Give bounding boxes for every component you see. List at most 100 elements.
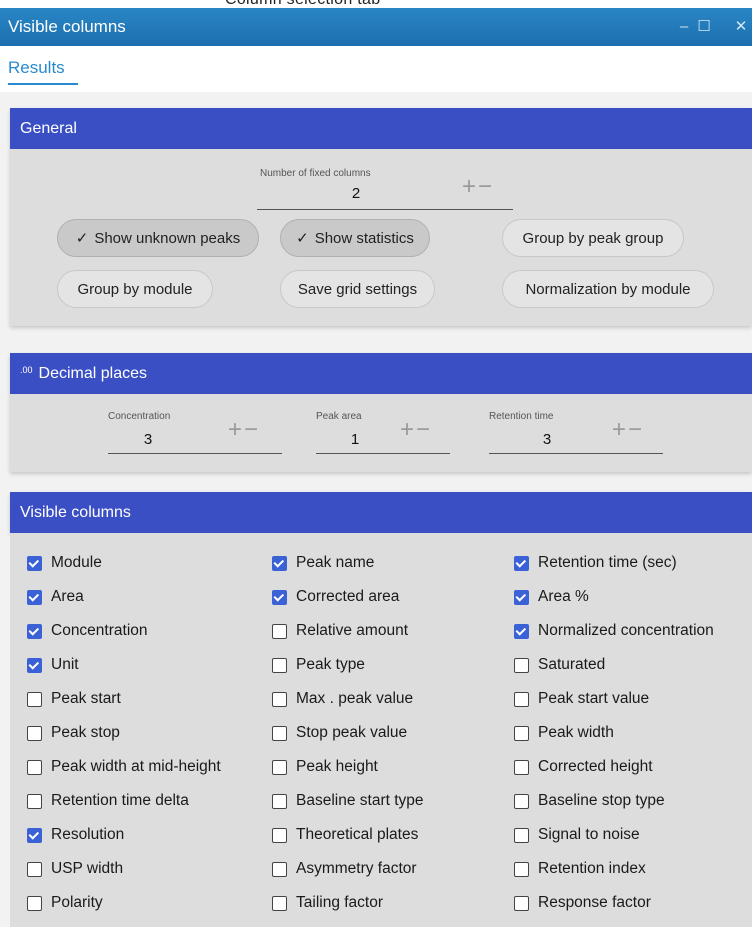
checkbox-unchecked[interactable] xyxy=(514,725,529,741)
column-checkbox-item[interactable]: USP width xyxy=(27,858,123,880)
column-checkbox-item[interactable]: Max . peak value xyxy=(272,688,413,710)
column-checkbox-item[interactable]: Baseline stop type xyxy=(514,790,665,812)
peak-area-stepper[interactable]: +− xyxy=(400,418,432,442)
column-checkbox-item[interactable]: Peak width at mid-height xyxy=(27,756,221,778)
column-checkbox-item[interactable]: Baseline start type xyxy=(272,790,424,812)
checkbox-checked[interactable] xyxy=(272,589,287,605)
maximize-icon[interactable]: ☐ xyxy=(696,19,712,35)
checkbox-checked[interactable] xyxy=(514,589,529,605)
checkbox-label: Peak height xyxy=(296,758,378,775)
checkbox-unchecked[interactable] xyxy=(514,691,529,707)
checkbox-unchecked[interactable] xyxy=(514,827,529,843)
column-checkbox-item[interactable]: Signal to noise xyxy=(514,824,640,846)
fixed-columns-stepper[interactable]: +− xyxy=(462,175,494,199)
checkbox-unchecked[interactable] xyxy=(272,759,287,775)
normalization-by-module-button[interactable]: Normalization by module xyxy=(502,270,714,308)
checkbox-unchecked[interactable] xyxy=(272,657,287,673)
checkbox-unchecked[interactable] xyxy=(514,759,529,775)
column-checkbox-item[interactable]: Peak height xyxy=(272,756,378,778)
checkbox-checked[interactable] xyxy=(27,827,42,843)
button-label: Show statistics xyxy=(314,229,414,247)
checkbox-unchecked[interactable] xyxy=(272,895,287,911)
column-checkbox-item[interactable]: Peak type xyxy=(272,654,365,676)
column-checkbox-item[interactable]: Retention index xyxy=(514,858,646,880)
show-statistics-button[interactable]: ✓ Show statistics xyxy=(280,219,430,257)
fixed-columns-value[interactable]: 2 xyxy=(256,185,456,202)
checkbox-label: Area % xyxy=(538,588,589,605)
checkbox-unchecked[interactable] xyxy=(272,861,287,877)
group-by-peak-group-button[interactable]: Group by peak group xyxy=(502,219,684,257)
checkbox-checked[interactable] xyxy=(27,657,42,673)
column-checkbox-item[interactable]: Retention time (sec) xyxy=(514,552,677,574)
column-checkbox-item[interactable]: Peak stop xyxy=(27,722,120,744)
checkbox-label: Saturated xyxy=(538,656,606,673)
column-checkbox-item[interactable]: Corrected area xyxy=(272,586,399,608)
checkbox-unchecked[interactable] xyxy=(27,861,42,877)
column-checkbox-item[interactable]: Normalized concentration xyxy=(514,620,714,642)
column-checkbox-item[interactable]: Retention time delta xyxy=(27,790,189,812)
column-checkbox-item[interactable]: Theoretical plates xyxy=(272,824,418,846)
checkbox-unchecked[interactable] xyxy=(514,861,529,877)
checkbox-unchecked[interactable] xyxy=(514,895,529,911)
retention-time-stepper[interactable]: +− xyxy=(612,418,644,442)
checkbox-unchecked[interactable] xyxy=(27,759,42,775)
close-icon[interactable]: ✕ xyxy=(733,19,749,35)
group-by-module-button[interactable]: Group by module xyxy=(57,270,213,308)
column-checkbox-item[interactable]: Peak name xyxy=(272,552,374,574)
section-header-decimal-places: .00 Decimal places xyxy=(10,353,752,394)
check-icon: ✓ xyxy=(296,230,309,247)
tab-results[interactable]: Results xyxy=(8,58,65,78)
checkbox-checked[interactable] xyxy=(27,589,42,605)
checkbox-checked[interactable] xyxy=(272,555,287,571)
column-checkbox-item[interactable]: Saturated xyxy=(514,654,605,676)
checkbox-unchecked[interactable] xyxy=(272,691,287,707)
column-checkbox-item[interactable]: Response factor xyxy=(514,892,651,914)
checkbox-checked[interactable] xyxy=(27,555,42,571)
column-checkbox-item[interactable]: Peak start value xyxy=(514,688,649,710)
checkbox-label: Relative amount xyxy=(296,622,409,639)
checkbox-checked[interactable] xyxy=(514,623,529,639)
checkbox-unchecked[interactable] xyxy=(27,691,42,707)
column-checkbox-item[interactable]: Relative amount xyxy=(272,620,408,642)
minimize-icon[interactable]: – xyxy=(676,19,692,35)
column-checkbox-item[interactable]: Concentration xyxy=(27,620,148,642)
column-checkbox-item[interactable]: Area % xyxy=(514,586,589,608)
checkbox-checked[interactable] xyxy=(514,555,529,571)
concentration-stepper[interactable]: +− xyxy=(228,418,260,442)
checkbox-unchecked[interactable] xyxy=(27,895,42,911)
show-unknown-peaks-button[interactable]: ✓ Show unknown peaks xyxy=(57,219,259,257)
checkbox-unchecked[interactable] xyxy=(27,793,42,809)
checkbox-unchecked[interactable] xyxy=(272,793,287,809)
column-checkbox-item[interactable]: Stop peak value xyxy=(272,722,407,744)
checkbox-label: Theoretical plates xyxy=(296,826,419,843)
column-checkbox-item[interactable]: Unit xyxy=(27,654,79,676)
column-checkbox-item[interactable]: Area xyxy=(27,586,84,608)
checkbox-label: Normalized concentration xyxy=(538,622,714,639)
column-checkbox-item[interactable]: Peak width xyxy=(514,722,614,744)
checkbox-unchecked[interactable] xyxy=(514,657,529,673)
save-grid-settings-button[interactable]: Save grid settings xyxy=(280,270,435,308)
column-checkbox-item[interactable]: Resolution xyxy=(27,824,124,846)
checkbox-unchecked[interactable] xyxy=(272,623,287,639)
peak-area-value[interactable]: 1 xyxy=(316,431,394,448)
checkbox-unchecked[interactable] xyxy=(272,725,287,741)
column-checkbox-item[interactable]: Polarity xyxy=(27,892,103,914)
column-checkbox-item[interactable]: Corrected height xyxy=(514,756,653,778)
button-label: Group by peak group xyxy=(522,229,664,247)
checkbox-unchecked[interactable] xyxy=(272,827,287,843)
column-checkbox-item[interactable]: Module xyxy=(27,552,102,574)
checkbox-label: USP width xyxy=(51,860,124,877)
section-body-visible-columns: Module Area Concentration Unit Peak start Pea… xyxy=(10,533,752,927)
retention-time-value[interactable]: 3 xyxy=(489,431,605,448)
concentration-value[interactable]: 3 xyxy=(108,431,188,448)
tab-active-indicator xyxy=(8,83,78,85)
checkbox-checked[interactable] xyxy=(27,623,42,639)
peak-area-underline xyxy=(316,453,450,454)
checkbox-unchecked[interactable] xyxy=(514,793,529,809)
column-checkbox-item[interactable]: Peak start xyxy=(27,688,121,710)
fixed-columns-underline xyxy=(257,209,513,210)
column-checkbox-item[interactable]: Tailing factor xyxy=(272,892,383,914)
column-checkbox-item[interactable]: Asymmetry factor xyxy=(272,858,417,880)
checkbox-unchecked[interactable] xyxy=(27,725,42,741)
checkbox-label: Concentration xyxy=(51,622,148,639)
